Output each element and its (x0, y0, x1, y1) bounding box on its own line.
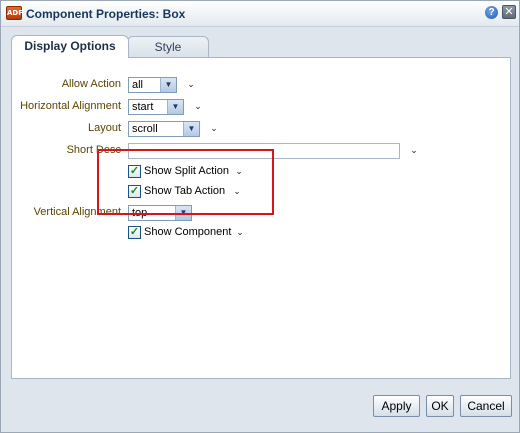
layout-value: scroll (132, 123, 158, 135)
dropdown-arrow-icon: ▼ (160, 78, 176, 92)
allow-action-chevron-icon[interactable]: ⌄ (186, 79, 196, 89)
show-tab-action-checkbox[interactable]: ✓ (128, 185, 141, 198)
vertical-alignment-select[interactable]: top ▼ (128, 205, 192, 221)
vertical-alignment-chevron-icon[interactable]: ⌄ (201, 207, 211, 217)
show-component-label: Show Component (144, 226, 232, 238)
layout-label: Layout (87, 122, 121, 134)
vertical-alignment-label: Vertical Alignment (33, 206, 121, 218)
help-icon[interactable]: ? (485, 6, 498, 19)
short-desc-field[interactable] (128, 143, 400, 159)
show-component-chevron-icon[interactable]: ⌄ (235, 227, 245, 237)
layout-select[interactable]: scroll ▼ (128, 121, 200, 137)
close-icon[interactable]: ✕ (502, 5, 516, 19)
allow-action-select[interactable]: all ▼ (128, 77, 177, 93)
show-split-action-checkbox[interactable]: ✓ (128, 165, 141, 178)
vertical-alignment-value: top (132, 207, 148, 219)
short-desc-chevron-icon[interactable]: ⌄ (409, 145, 419, 155)
tab-display-options[interactable]: Display Options (11, 35, 129, 58)
horizontal-alignment-chevron-icon[interactable]: ⌄ (193, 101, 203, 111)
horizontal-alignment-select[interactable]: start ▼ (128, 99, 184, 115)
show-split-action-chevron-icon[interactable]: ⌄ (234, 166, 244, 176)
dropdown-arrow-icon: ▼ (175, 206, 191, 220)
cancel-button[interactable]: Cancel (460, 395, 512, 417)
titlebar: ADF Component Properties: Box ? ✕ (1, 1, 519, 27)
apply-button[interactable]: Apply (373, 395, 420, 417)
ok-button[interactable]: OK (426, 395, 454, 417)
show-tab-action-chevron-icon[interactable]: ⌄ (232, 186, 242, 196)
dialog-title: Component Properties: Box (26, 7, 186, 21)
tab-style[interactable]: Style (127, 36, 209, 58)
show-component-checkbox[interactable]: ✓ (128, 226, 141, 239)
show-split-action-label: Show Split Action (144, 165, 229, 177)
allow-action-label: Allow Action (61, 78, 121, 90)
short-desc-label: Short Desc (66, 144, 121, 156)
app-logo-icon: ADF (6, 6, 23, 20)
component-properties-dialog: ADF Component Properties: Box ? ✕ Displa… (0, 0, 520, 433)
horizontal-alignment-label: Horizontal Alignment (20, 100, 121, 112)
allow-action-value: all (132, 79, 144, 91)
display-options-panel: Allow Action all ▼ ⌄ Horizontal Alignmen… (11, 57, 511, 379)
dropdown-arrow-icon: ▼ (167, 100, 183, 114)
horizontal-alignment-value: start (132, 101, 154, 113)
show-tab-action-label: Show Tab Action (144, 185, 226, 197)
layout-chevron-icon[interactable]: ⌄ (209, 123, 219, 133)
dropdown-arrow-icon: ▼ (183, 122, 199, 136)
